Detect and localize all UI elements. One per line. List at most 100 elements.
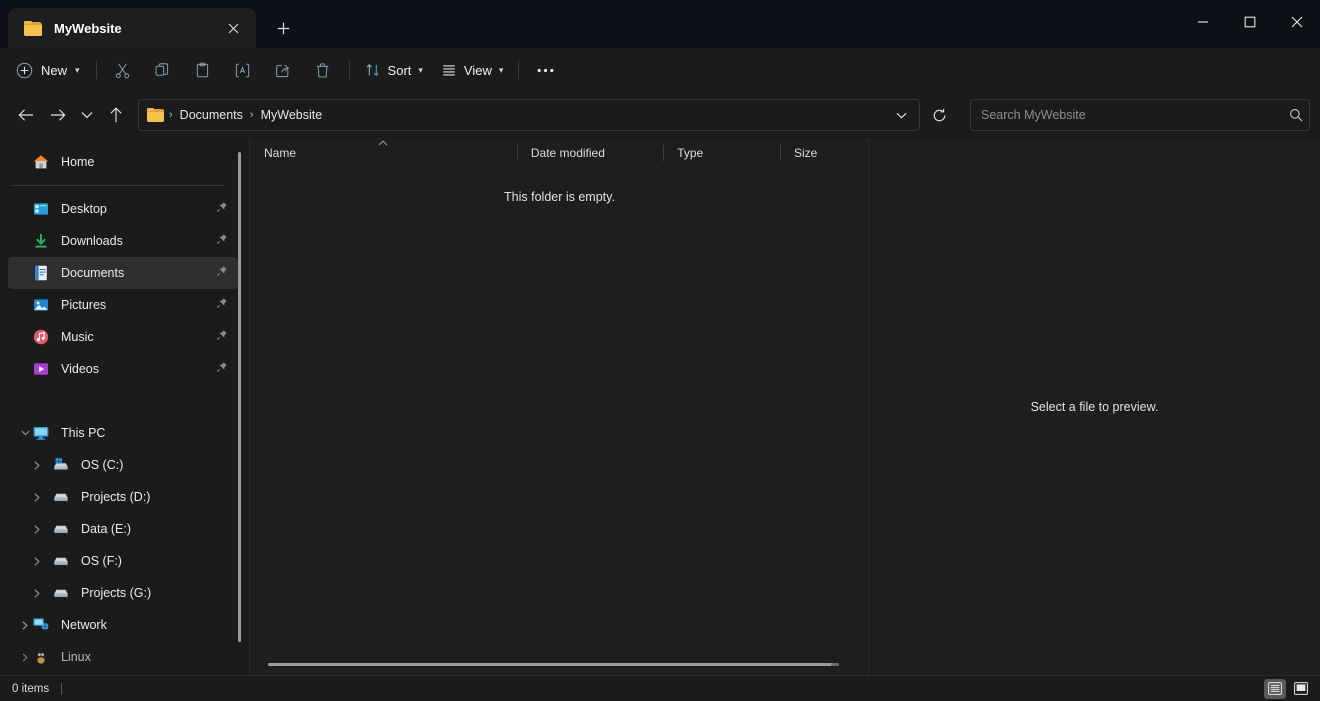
breadcrumb-mywebsite[interactable]: MyWebsite [255, 104, 329, 126]
pin-icon[interactable] [216, 232, 228, 250]
sidebar-item-os-c[interactable]: OS (C:) [8, 449, 238, 481]
rename-button[interactable] [223, 54, 263, 86]
column-header-type[interactable]: Type [663, 138, 780, 168]
search-icon[interactable] [1289, 108, 1303, 122]
sidebar-item-label: Linux [61, 650, 91, 664]
file-list-area[interactable] [250, 204, 869, 675]
view-button[interactable]: View ▾ [432, 54, 512, 86]
column-header-size[interactable]: Size [779, 138, 869, 168]
pin-icon[interactable] [216, 296, 228, 314]
previous-locations-button[interactable] [887, 101, 915, 129]
refresh-button[interactable] [922, 99, 956, 131]
drive-icon [52, 520, 70, 538]
details-view-toggle[interactable] [1264, 678, 1286, 699]
address-bar[interactable]: › Documents › MyWebsite [138, 99, 920, 131]
close-tab-icon[interactable] [220, 15, 246, 41]
chevron-down-icon [896, 112, 906, 118]
sidebar-item-projects-d[interactable]: Projects (D:) [8, 481, 238, 513]
this-pc-icon [32, 424, 50, 442]
search-box[interactable] [970, 99, 1310, 131]
refresh-icon [933, 108, 945, 121]
sidebar-item-desktop[interactable]: Desktop [8, 193, 238, 225]
sidebar-item-music[interactable]: Music [8, 321, 238, 353]
horizontal-scrollbar-thumb[interactable] [268, 663, 838, 666]
sidebar-scrollbar[interactable] [238, 152, 241, 667]
up-button[interactable] [100, 99, 132, 131]
sort-button[interactable]: Sort ▾ [356, 54, 432, 86]
sidebar-item-label: Pictures [61, 298, 107, 312]
pin-icon[interactable] [216, 328, 228, 346]
pin-icon[interactable] [216, 264, 228, 282]
sidebar-item-this-pc[interactable]: This PC [8, 417, 238, 449]
pin-icon[interactable] [216, 360, 228, 378]
search-input[interactable] [981, 108, 1289, 122]
large-icons-view-toggle[interactable] [1290, 679, 1312, 699]
delete-button[interactable] [303, 54, 343, 86]
address-bar-row: › Documents › MyWebsite [0, 92, 1320, 138]
preview-message: Select a file to preview. [1030, 399, 1159, 414]
tab-mywebsite[interactable]: MyWebsite [8, 8, 256, 48]
chevron-down-icon: ▾ [75, 64, 80, 75]
chevron-right-icon[interactable] [28, 449, 46, 481]
horizontal-scrollbar-end[interactable] [831, 663, 839, 666]
chevron-right-icon[interactable] [28, 545, 46, 577]
cut-button[interactable] [103, 54, 143, 86]
chevron-right-icon[interactable] [28, 577, 46, 609]
new-button[interactable]: New ▾ [8, 54, 90, 86]
window-controls [1179, 0, 1320, 44]
column-header-date-modified[interactable]: Date modified [516, 138, 663, 168]
arrow-right-icon [50, 109, 66, 121]
sidebar-item-pictures[interactable]: Pictures [8, 289, 238, 321]
details-view-icon [1268, 682, 1282, 695]
sidebar-item-network[interactable]: Network [8, 609, 238, 641]
file-pane-divider[interactable] [868, 138, 869, 675]
sidebar-item-label: Videos [61, 362, 99, 376]
chevron-down-icon [81, 112, 93, 119]
sidebar-item-label: Documents [61, 266, 125, 280]
chevron-right-icon[interactable] [28, 513, 46, 545]
explorer-body: Home Desktop Downloads Documents Picture… [0, 138, 1320, 675]
sidebar-scrollbar-thumb[interactable] [238, 152, 241, 642]
close-window-button[interactable] [1273, 0, 1320, 44]
sidebar-item-label: Projects (G:) [81, 586, 152, 600]
rename-icon [235, 63, 250, 77]
see-more-button[interactable] [525, 54, 565, 86]
status-bar: 0 items [0, 675, 1320, 701]
sidebar-item-label: This PC [61, 426, 106, 440]
recent-locations-button[interactable] [74, 99, 100, 131]
item-count-label: 0 items [12, 682, 50, 695]
sidebar-item-linux[interactable]: Linux [8, 641, 238, 673]
breadcrumb-documents[interactable]: Documents [174, 104, 249, 126]
minimize-button[interactable] [1179, 0, 1226, 44]
home-icon [32, 153, 50, 171]
column-divider[interactable] [779, 145, 781, 161]
maximize-button[interactable] [1226, 0, 1273, 44]
forward-button[interactable] [42, 99, 74, 131]
column-divider[interactable] [516, 145, 518, 161]
sidebar-item-label: Music [61, 330, 94, 344]
sidebar-item-videos[interactable]: Videos [8, 353, 238, 385]
share-button[interactable] [263, 54, 303, 86]
pin-icon[interactable] [216, 200, 228, 218]
sidebar-item-data-e[interactable]: Data (E:) [8, 513, 238, 545]
navigation-pane: Home Desktop Downloads Documents Picture… [0, 138, 250, 675]
copy-button[interactable] [143, 54, 183, 86]
windows-drive-icon [52, 456, 70, 474]
back-button[interactable] [10, 99, 42, 131]
sidebar-item-projects-g[interactable]: Projects (G:) [8, 577, 238, 609]
sidebar-item-label: Projects (D:) [81, 490, 151, 504]
paste-icon [196, 62, 209, 77]
column-header-name[interactable]: Name [250, 138, 517, 168]
sidebar-item-os-f[interactable]: OS (F:) [8, 545, 238, 577]
sidebar-item-documents[interactable]: Documents [8, 257, 238, 289]
copy-icon [155, 62, 169, 76]
network-icon [32, 616, 50, 634]
chevron-right-icon[interactable] [28, 481, 46, 513]
paste-button[interactable] [183, 54, 223, 86]
sidebar-item-downloads[interactable]: Downloads [8, 225, 238, 257]
new-tab-button[interactable] [266, 11, 300, 45]
sidebar-item-home[interactable]: Home [8, 146, 238, 178]
column-divider[interactable] [663, 145, 665, 161]
file-list-horizontal-scrollbar[interactable] [268, 663, 839, 667]
sort-ascending-icon [378, 138, 388, 148]
